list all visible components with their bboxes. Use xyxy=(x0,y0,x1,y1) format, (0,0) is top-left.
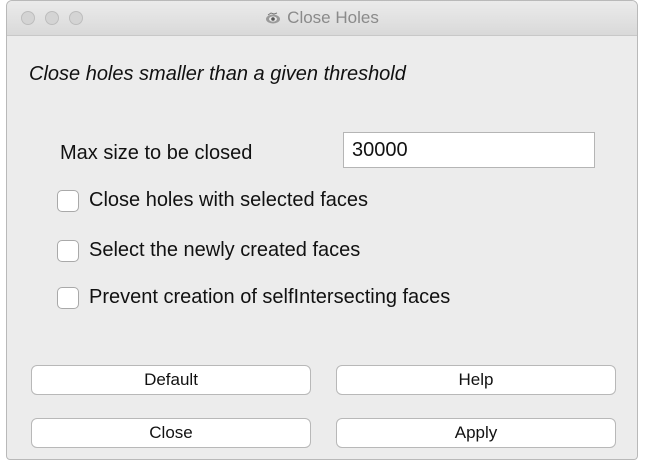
close-holes-dialog: Close Holes Close holes smaller than a g… xyxy=(6,0,638,460)
option-label: Close holes with selected faces xyxy=(89,189,369,211)
apply-button[interactable]: Apply xyxy=(336,418,616,448)
checkbox[interactable] xyxy=(57,239,79,262)
help-button[interactable]: Help xyxy=(336,365,616,395)
window-title: Close Holes xyxy=(287,8,379,27)
max-size-label: Max size to be closed xyxy=(60,142,253,164)
option-close-holes-with-selected-faces[interactable]: Close holes with selected faces xyxy=(57,189,368,212)
option-prevent-self-intersecting[interactable]: Prevent creation of selfIntersecting fac… xyxy=(57,286,450,309)
option-label: Prevent creation of selfIntersecting fac… xyxy=(89,286,451,308)
option-label: Select the newly created faces xyxy=(89,239,361,261)
dialog-description: Close holes smaller than a given thresho… xyxy=(29,63,406,85)
checkbox[interactable] xyxy=(57,286,79,309)
max-size-input[interactable] xyxy=(343,132,595,168)
title-bar: Close Holes xyxy=(7,1,637,36)
mesh-eye-icon xyxy=(265,10,281,26)
close-button[interactable]: Close xyxy=(31,418,311,448)
option-select-new-faces[interactable]: Select the newly created faces xyxy=(57,239,360,262)
default-button[interactable]: Default xyxy=(31,365,311,395)
checkbox[interactable] xyxy=(57,189,79,212)
